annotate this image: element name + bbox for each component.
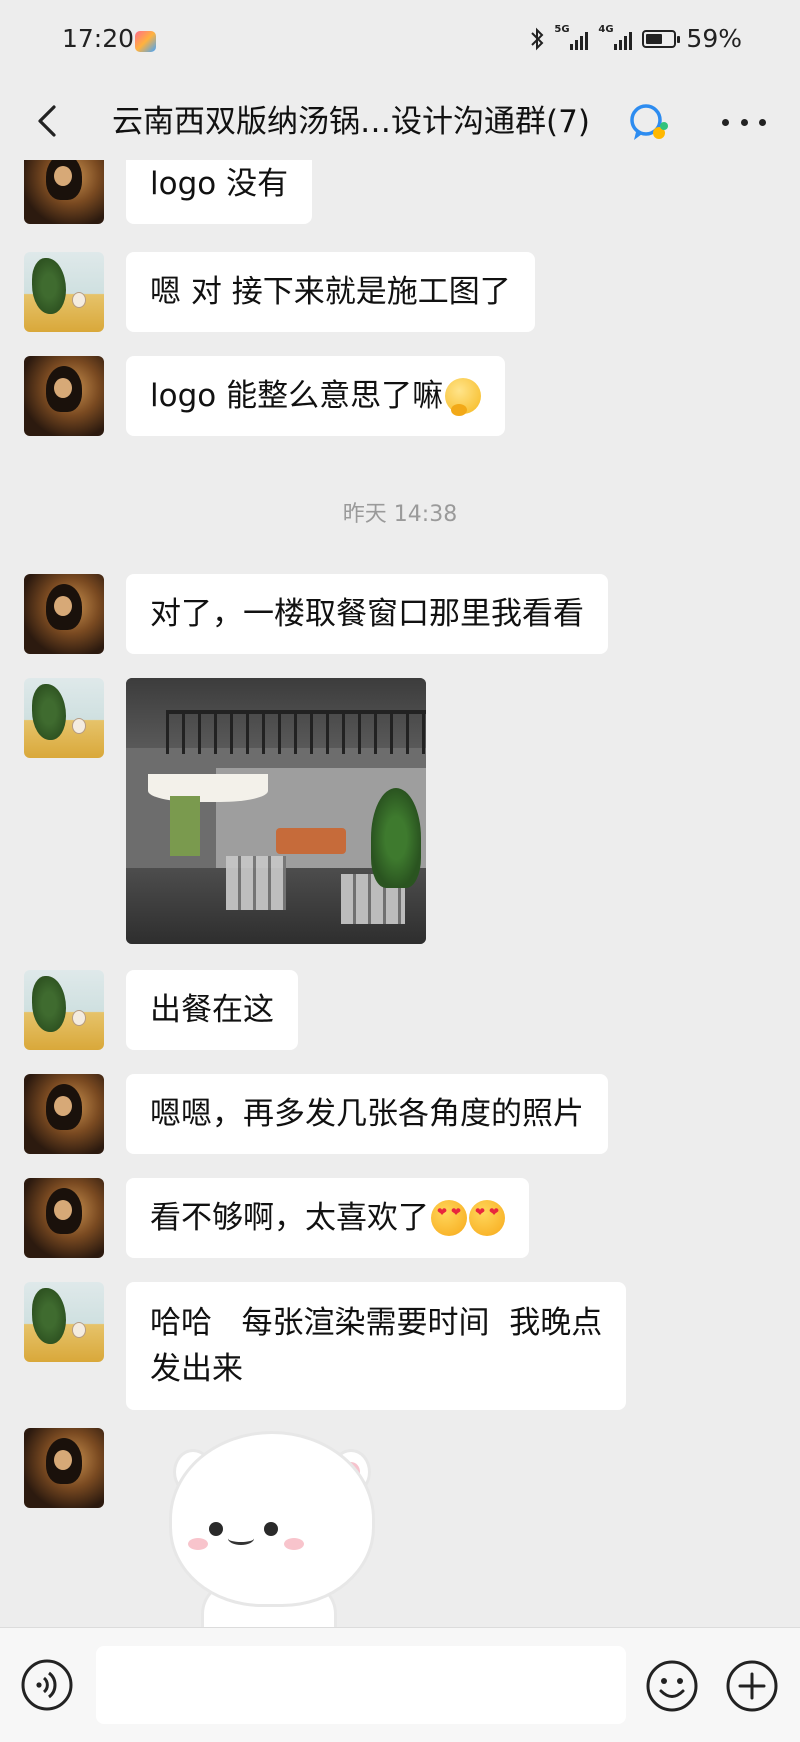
- avatar[interactable]: [24, 1428, 104, 1508]
- avatar[interactable]: [24, 574, 104, 654]
- chat-title: 云南西双版纳汤锅…设计沟通群(7): [112, 104, 590, 140]
- message-bubble[interactable]: 看不够啊，太喜欢了: [126, 1178, 529, 1258]
- image-message[interactable]: [126, 678, 426, 944]
- app-notification-icon: [135, 31, 156, 52]
- heart-eyes-emoji-icon: [469, 1200, 505, 1236]
- message-item: [24, 1428, 374, 1627]
- voice-input-icon[interactable]: [20, 1658, 74, 1712]
- chat-header: 云南西双版纳汤锅…设计沟通群(7): [0, 82, 800, 160]
- timestamp: 昨天 14:38: [342, 502, 458, 527]
- input-bar: [0, 1627, 800, 1742]
- message-bubble[interactable]: 嗯 对 接下来就是施工图了: [126, 252, 535, 332]
- message-bubble[interactable]: logo 能整么意思了嘛: [126, 356, 506, 436]
- battery-percent: 59%: [686, 24, 742, 53]
- group-chat-icon: [630, 104, 668, 140]
- thinking-face-emoji-icon: [445, 378, 482, 416]
- avatar[interactable]: [24, 1074, 104, 1154]
- message-item: 看不够啊，太喜欢了: [24, 1178, 529, 1258]
- message-item: 对了，一楼取餐窗口那里我看看: [24, 574, 608, 654]
- message-item: logo 能整么意思了嘛: [24, 356, 506, 436]
- message-bubble[interactable]: 哈哈 每张渲染需要时间 我晚点 发出来: [126, 1282, 627, 1410]
- message-item: [24, 678, 426, 944]
- message-list[interactable]: logo 没有 嗯 对 接下来就是施工图了 logo 能整么意思了嘛 昨天 14…: [0, 160, 800, 1627]
- battery-icon: [642, 29, 681, 48]
- avatar[interactable]: [24, 160, 104, 224]
- message-input[interactable]: [96, 1646, 626, 1724]
- avatar[interactable]: [24, 1282, 104, 1362]
- heart-eyes-emoji-icon: [431, 1200, 467, 1236]
- cat-sticker[interactable]: [164, 1434, 374, 1627]
- plus-icon[interactable]: [724, 1658, 780, 1714]
- bluetooth-icon: [531, 27, 544, 50]
- message-item: 嗯 对 接下来就是施工图了: [24, 252, 535, 332]
- status-right: 5G 4G 59%: [530, 24, 742, 53]
- emoji-icon[interactable]: [644, 1658, 700, 1714]
- signal-4g-icon: 4G: [598, 24, 633, 50]
- avatar[interactable]: [24, 1178, 104, 1258]
- signal-5g-icon: 5G: [554, 24, 589, 50]
- message-item: 哈哈 每张渲染需要时间 我晚点 发出来: [24, 1282, 627, 1410]
- message-item: logo 没有: [24, 160, 313, 224]
- avatar[interactable]: [24, 970, 104, 1050]
- status-bar: 17:20 5G 4G 59%: [0, 0, 800, 82]
- avatar[interactable]: [24, 356, 104, 436]
- status-time: 17:20: [62, 24, 135, 53]
- message-bubble[interactable]: 出餐在这: [126, 970, 298, 1050]
- message-item: 嗯嗯，再多发几张各角度的照片: [24, 1074, 608, 1154]
- message-bubble[interactable]: 对了，一楼取餐窗口那里我看看: [126, 574, 608, 654]
- message-bubble[interactable]: logo 没有: [126, 160, 313, 224]
- message-item: 出餐在这: [24, 970, 298, 1050]
- avatar[interactable]: [24, 252, 104, 332]
- avatar[interactable]: [24, 678, 104, 758]
- back-icon[interactable]: [26, 99, 70, 143]
- message-bubble[interactable]: 嗯嗯，再多发几张各角度的照片: [126, 1074, 608, 1154]
- more-options-icon[interactable]: [722, 104, 766, 140]
